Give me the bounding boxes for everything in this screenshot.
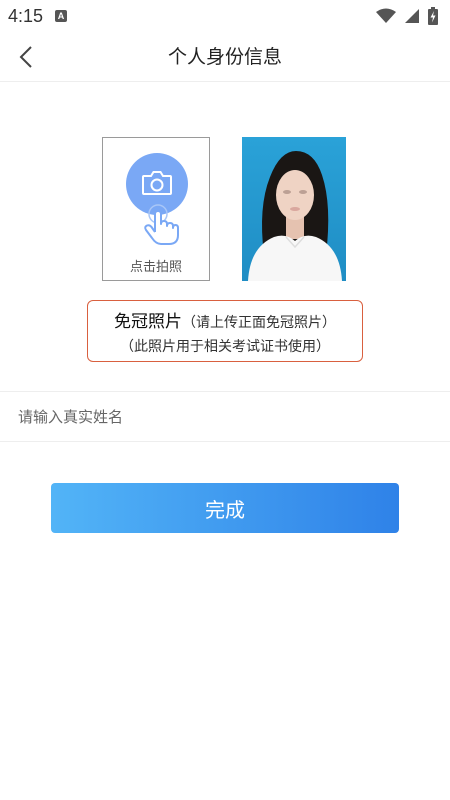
tap-hand-icon (144, 204, 179, 245)
name-row (0, 391, 450, 442)
notification-app-icon: A (55, 10, 68, 22)
take-photo-label: 点击拍照 (129, 260, 182, 275)
status-bar: 4:15 A (0, 0, 450, 32)
status-time: 4:15 (8, 5, 44, 26)
real-name-input[interactable] (18, 392, 432, 441)
signal-icon (405, 9, 419, 23)
header: 个人身份信息 (0, 32, 450, 82)
page-title: 个人身份信息 (167, 46, 282, 68)
photo-note-title: 免冠照片 (114, 311, 182, 332)
photo-note-detail: （此照片用于相关考试证书使用） (120, 338, 330, 355)
sample-id-photo (242, 137, 346, 281)
submit-button[interactable]: 完成 (51, 483, 399, 533)
take-photo-button[interactable]: 点击拍照 (102, 137, 210, 281)
wifi-icon (376, 8, 396, 23)
photo-requirement-note: 免冠照片 （请上传正面免冠照片） （此照片用于相关考试证书使用） (87, 300, 363, 362)
photo-note-subtitle: （请上传正面免冠照片） (182, 314, 336, 331)
sample-portrait-image (242, 137, 346, 281)
battery-charging-icon (428, 7, 438, 25)
